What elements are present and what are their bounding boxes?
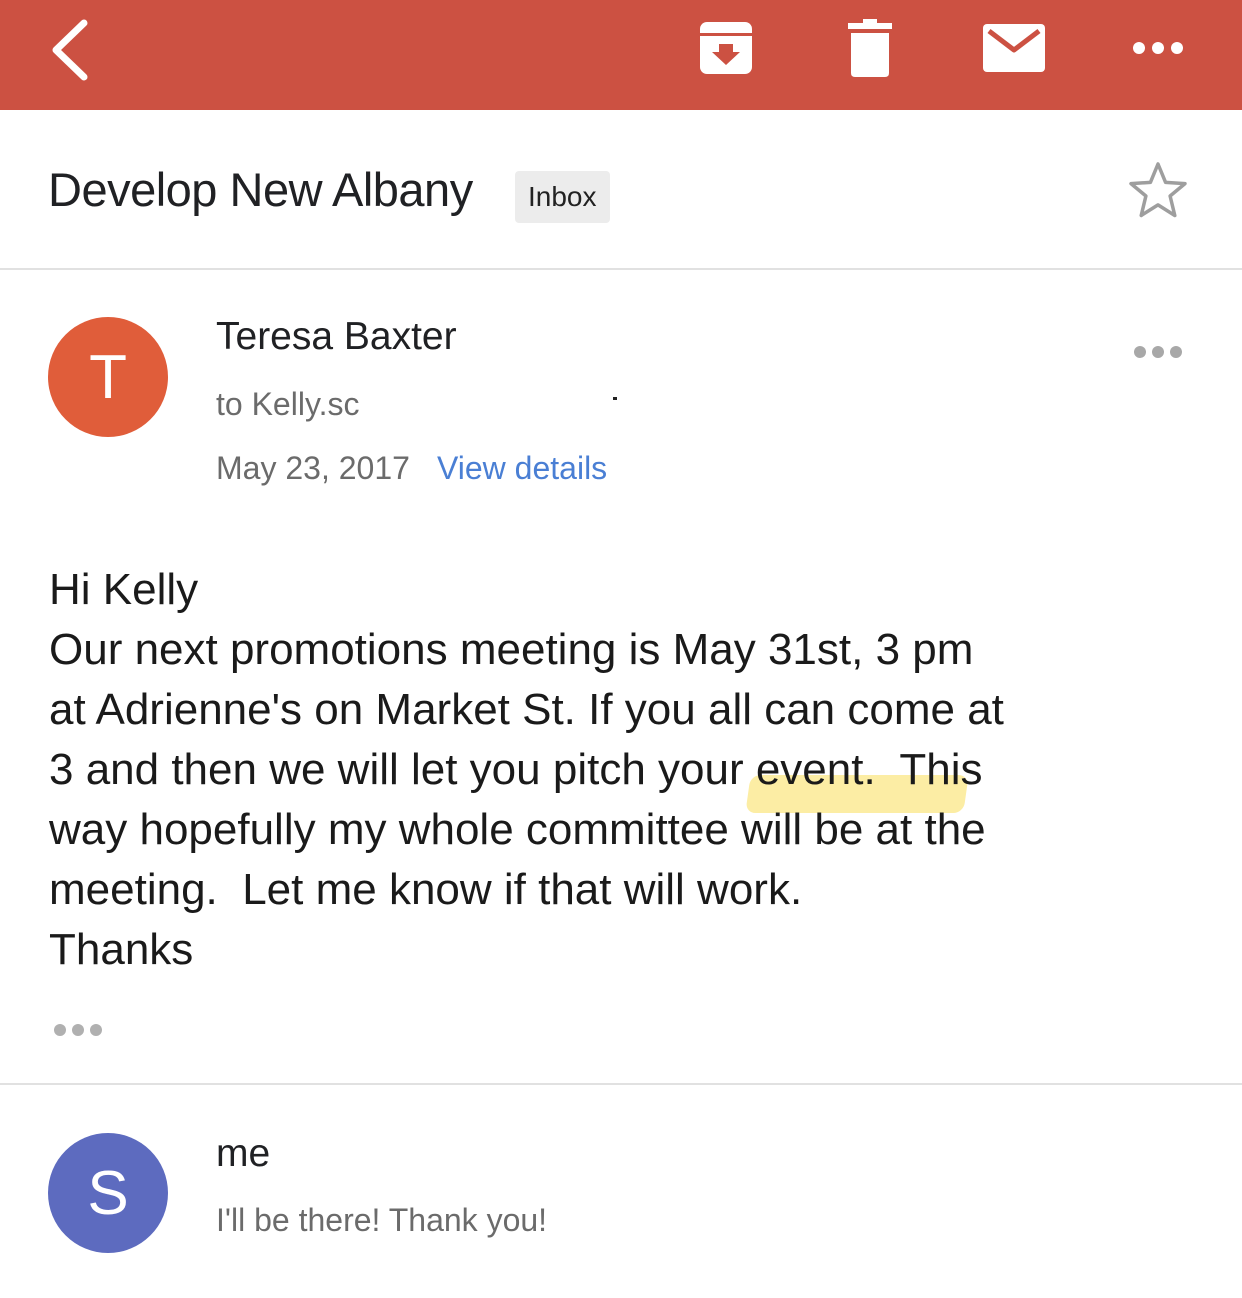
back-button[interactable] [30, 10, 110, 90]
show-quoted-text-button[interactable] [46, 1012, 110, 1048]
avatar-letter: T [89, 342, 127, 412]
body-line: 3 and then we will let you pitch your ev… [49, 745, 983, 794]
body-line: Our next promotions meeting is May 31st,… [49, 625, 974, 674]
body-line: way hopefully my whole committee will be… [49, 805, 986, 854]
message-body: Hi Kelly Our next promotions meeting is … [49, 560, 1209, 980]
back-arrow-icon [52, 19, 88, 81]
message-snippet: I'll be there! Thank you! [216, 1202, 548, 1238]
body-line: Thanks [49, 925, 194, 974]
delete-button[interactable] [836, 12, 904, 84]
body-line: meeting. Let me know if that will work. [49, 865, 803, 914]
more-horizontal-icon [1134, 346, 1182, 358]
collapsed-message-row[interactable] [0, 1088, 1242, 1298]
message-date: May 23, 2017 [216, 450, 410, 486]
subject-title: Develop New Albany [48, 163, 473, 216]
sender-avatar[interactable]: S [48, 1133, 168, 1253]
sender-name[interactable]: me [216, 1132, 270, 1176]
mail-icon [983, 24, 1045, 72]
top-toolbar [0, 0, 1242, 110]
view-details-link[interactable]: View details [437, 450, 607, 487]
ellipsis-icon [54, 1024, 102, 1036]
archive-icon [700, 22, 752, 74]
mark-unread-button[interactable] [978, 12, 1050, 84]
message-more-button[interactable] [1120, 326, 1196, 378]
trash-icon [848, 19, 892, 77]
recipient-line: to Kelly.sc [216, 386, 360, 422]
sender-avatar[interactable]: T [48, 317, 168, 437]
body-line: Hi Kelly [49, 565, 199, 614]
more-horizontal-icon [1133, 42, 1183, 54]
archive-button[interactable] [690, 12, 762, 84]
star-outline-icon [1129, 162, 1187, 218]
avatar-letter: S [87, 1158, 129, 1228]
redaction-mark [613, 397, 617, 400]
star-button[interactable] [1122, 154, 1194, 226]
email-thread-screen: Develop New Albany Inbox T Teresa Baxter… [0, 0, 1242, 1298]
subject-header: Develop New Albany Inbox [0, 110, 1242, 270]
message-divider [0, 1083, 1242, 1085]
more-options-button[interactable] [1120, 12, 1196, 84]
body-line: at Adrienne's on Market St. If you all c… [49, 685, 1004, 734]
inbox-label-chip[interactable]: Inbox [515, 171, 610, 223]
sender-name[interactable]: Teresa Baxter [216, 315, 457, 359]
